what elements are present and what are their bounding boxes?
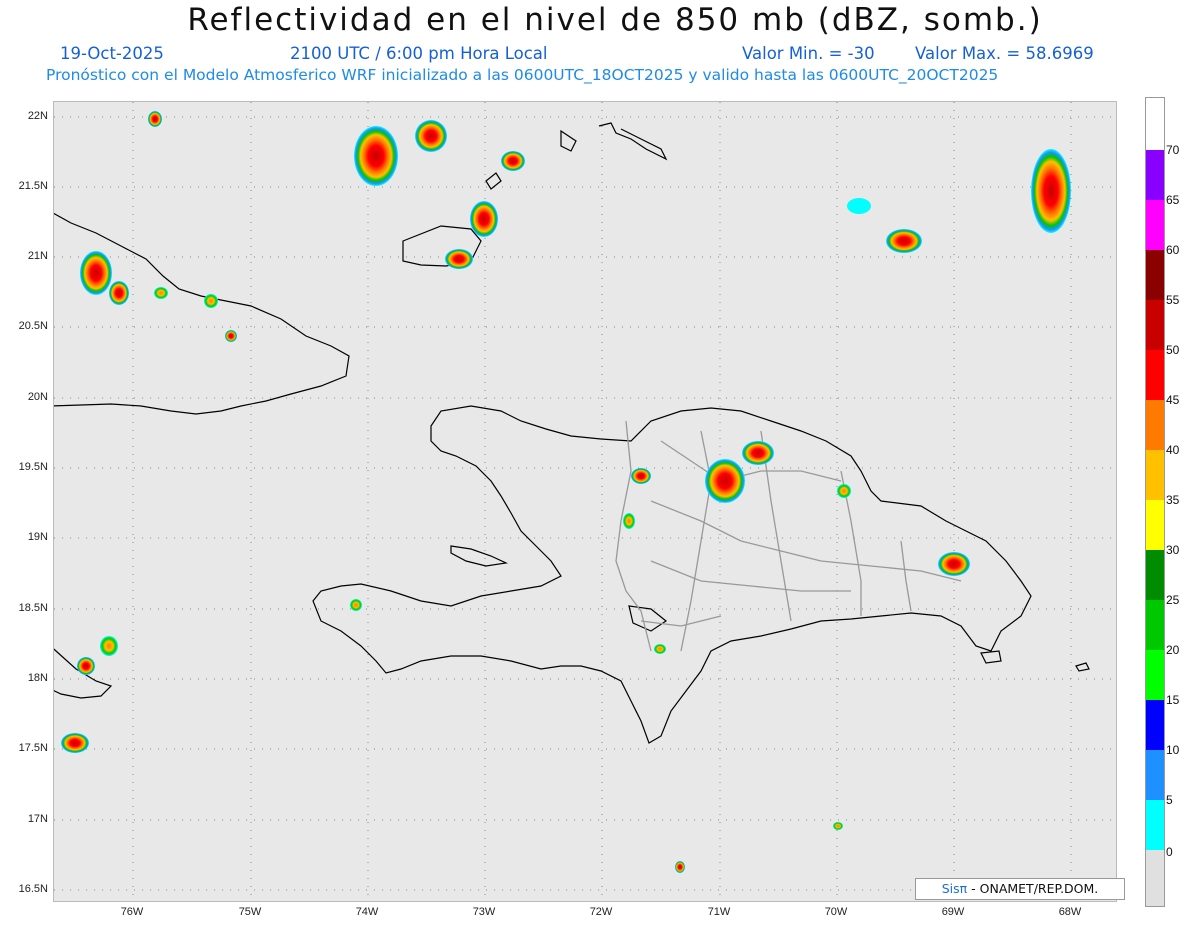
colorbar-label: 15 (1166, 693, 1180, 707)
colorbar-segment (1146, 850, 1164, 906)
colorbar-label: 10 (1166, 743, 1180, 757)
colorbar-label: 35 (1166, 493, 1180, 507)
lon-label: 72W (589, 906, 613, 918)
colorbar-segment (1146, 450, 1164, 500)
lon-label: 69W (941, 906, 965, 918)
colorbar-segment (1146, 200, 1164, 250)
lat-label: 22N (27, 110, 48, 122)
reflectivity-map (53, 101, 1117, 902)
colorbar (1145, 97, 1165, 907)
colorbar-label: 50 (1166, 343, 1180, 357)
lat-label: 17N (27, 813, 48, 825)
credit-box: Sisπ - ONAMET/REP.DOM. (915, 878, 1125, 900)
coastlines (54, 122, 1090, 744)
map-canvas (54, 102, 1116, 901)
colorbar-label: 40 (1166, 443, 1180, 457)
graticule (54, 102, 1116, 901)
lat-label: 19N (27, 531, 48, 543)
lat-label: 21.5N (18, 180, 48, 192)
radar-echoes (61, 111, 1071, 873)
credit-logo: Sisπ (941, 881, 968, 896)
colorbar-label: 55 (1166, 293, 1180, 307)
min-value: Valor Min. = -30 (742, 44, 875, 63)
valid-date: 19-Oct-2025 (60, 44, 164, 63)
lat-label: 20.5N (18, 320, 48, 332)
lat-label: 17.5N (18, 742, 48, 754)
map-title: Reflectividad en el nivel de 850 mb (dBZ… (187, 2, 1043, 38)
colorbar-label: 45 (1166, 393, 1180, 407)
lon-label: 74W (355, 906, 379, 918)
model-info: Pronóstico con el Modelo Atmosferico WRF… (46, 66, 999, 84)
colorbar-segment (1146, 300, 1164, 350)
colorbar-segment (1146, 750, 1164, 800)
colorbar-segment (1146, 98, 1164, 150)
lat-label: 21N (27, 250, 48, 262)
lon-label: 73W (472, 906, 496, 918)
colorbar-segment (1146, 600, 1164, 650)
lat-label: 19.5N (18, 461, 48, 473)
colorbar-label: 65 (1166, 193, 1180, 207)
credit-text: - ONAMET/REP.DOM. (967, 881, 1099, 896)
colorbar-label: 60 (1166, 243, 1180, 257)
colorbar-label: 5 (1166, 793, 1173, 807)
lon-label: 68W (1058, 906, 1082, 918)
colorbar-segment (1146, 700, 1164, 750)
colorbar-segment (1146, 650, 1164, 700)
lon-label: 71W (707, 906, 731, 918)
colorbar-segment (1146, 500, 1164, 550)
colorbar-segment (1146, 800, 1164, 850)
colorbar-label: 70 (1166, 143, 1180, 157)
colorbar-label: 0 (1166, 845, 1173, 859)
colorbar-segment (1146, 400, 1164, 450)
lon-label: 70W (824, 906, 848, 918)
lon-label: 76W (120, 906, 144, 918)
colorbar-segment (1146, 150, 1164, 200)
colorbar-segment (1146, 250, 1164, 300)
colorbar-label: 20 (1166, 643, 1180, 657)
valid-time: 2100 UTC / 6:00 pm Hora Local (290, 44, 548, 63)
colorbar-segment (1146, 350, 1164, 400)
lat-label: 18.5N (18, 602, 48, 614)
colorbar-label: 25 (1166, 593, 1180, 607)
lat-label: 20N (27, 391, 48, 403)
colorbar-label: 30 (1166, 543, 1180, 557)
max-value: Valor Max. = 58.6969 (915, 44, 1094, 63)
lat-label: 18N (27, 672, 48, 684)
lat-label: 16.5N (18, 883, 48, 895)
colorbar-segment (1146, 550, 1164, 600)
lon-label: 75W (238, 906, 262, 918)
province-borders (615, 420, 962, 652)
